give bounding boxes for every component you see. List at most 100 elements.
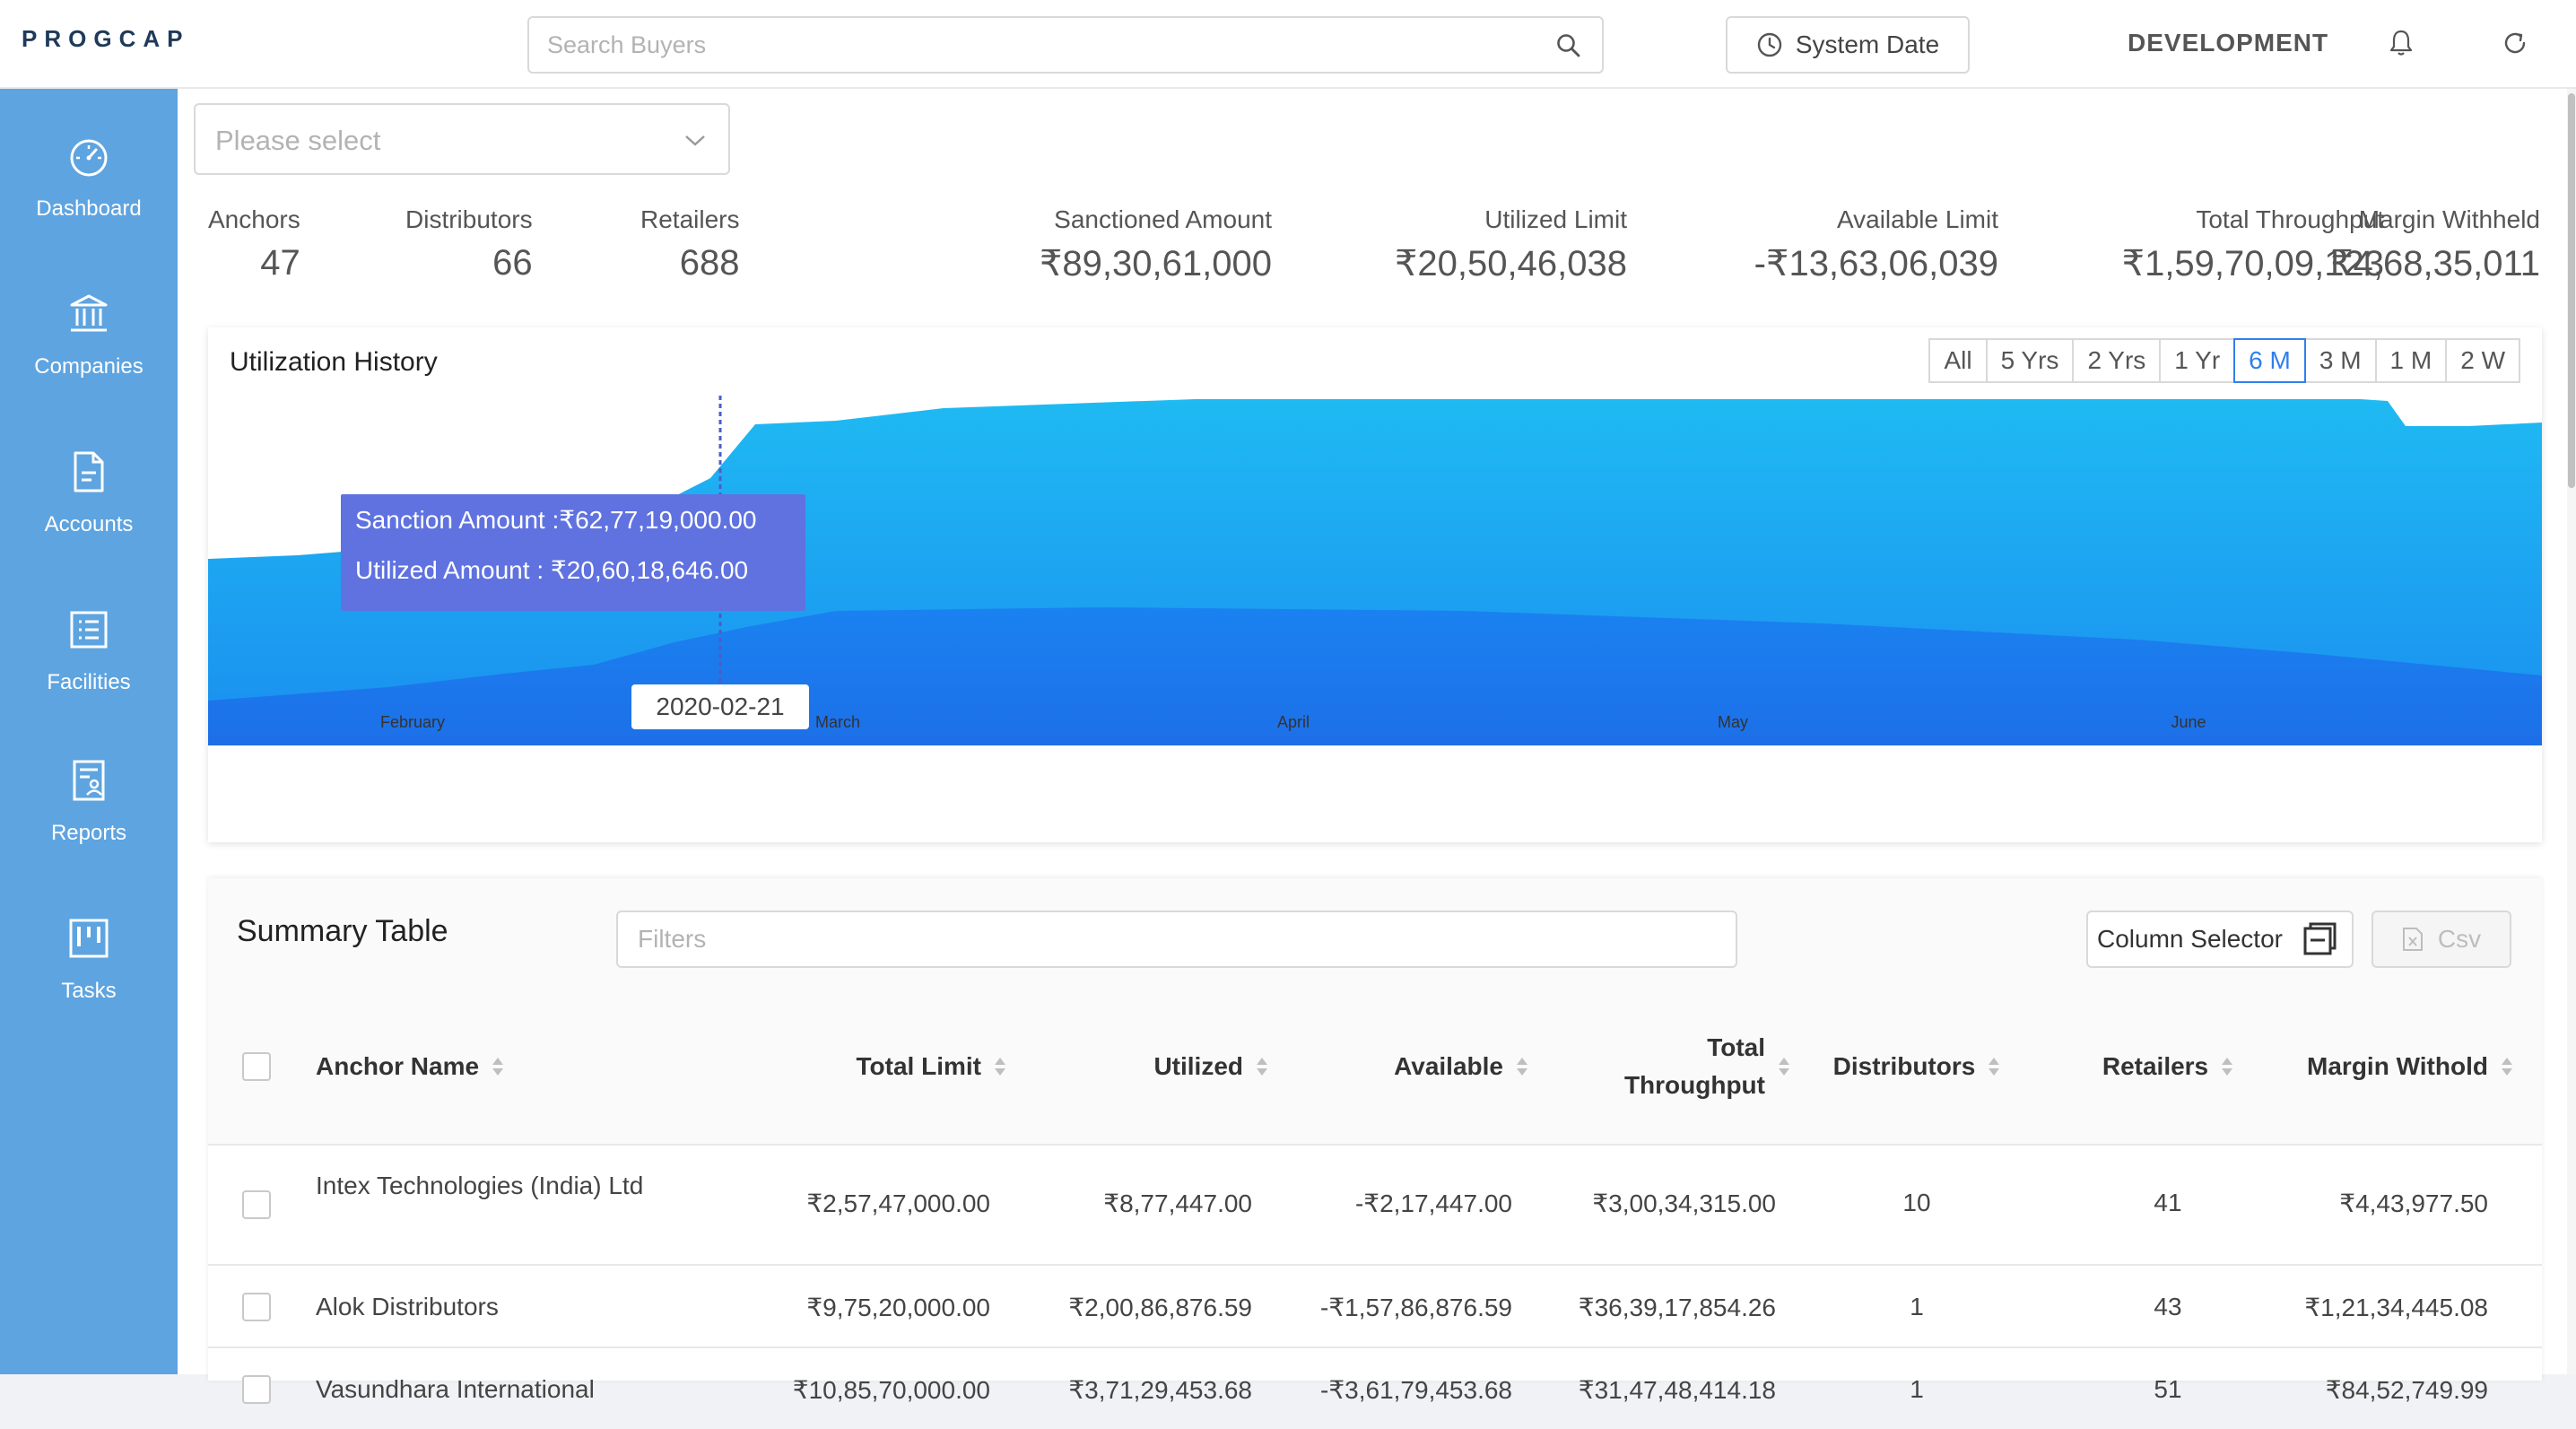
sort-icon[interactable] — [2221, 1056, 2233, 1077]
cell-margin: ₹1,21,34,445.08 — [2304, 1294, 2488, 1321]
cell-throughput: ₹3,00,34,315.00 — [1592, 1189, 1776, 1217]
document-icon — [74, 451, 104, 492]
sort-icon[interactable] — [492, 1056, 504, 1077]
column-header-label: Total Throughput — [1623, 1033, 1765, 1099]
sidebar-item-label: Companies — [34, 354, 144, 379]
column-header-margin-withold[interactable]: Margin Withold — [2262, 1022, 2558, 1111]
kanban-icon — [69, 919, 109, 958]
stat-value: 66 — [492, 243, 533, 283]
cell-throughput: ₹31,47,48,414.18 — [1578, 1376, 1776, 1404]
column-header-total-limit[interactable]: Total Limit — [746, 1022, 1006, 1111]
column-header-label: Total Limit — [856, 1052, 981, 1080]
x-axis-label-april: April — [1277, 713, 1310, 731]
range-selector: All 5 Yrs 2 Yrs 1 Yr 6 M 3 M 1 M 2 W — [1928, 338, 2520, 383]
stat-label: Utilized Limit — [1484, 205, 1627, 233]
table-row[interactable]: Alok Distributors ₹9,75,20,000.00 ₹2,00,… — [208, 1264, 2542, 1346]
search-buyers-input[interactable] — [547, 18, 1534, 72]
sidebar-item-facilities[interactable]: Facilities — [0, 607, 178, 742]
stat-label: Available Limit — [1836, 205, 1998, 233]
chevron-down-icon — [685, 135, 705, 146]
page-scrollbar-thumb[interactable] — [2568, 93, 2575, 488]
sort-icon[interactable] — [1778, 1056, 1790, 1077]
sort-icon[interactable] — [1256, 1056, 1268, 1077]
sidebar-item-dashboard[interactable]: Dashboard — [0, 134, 178, 268]
cell-distributors: 1 — [1910, 1293, 1924, 1320]
cell-utilized: ₹3,71,29,453.68 — [1068, 1376, 1252, 1404]
column-header-label: Available — [1394, 1052, 1503, 1080]
stat-value: 47 — [260, 243, 300, 283]
column-header-total-throughput[interactable]: Total Throughput — [1536, 1022, 1790, 1111]
column-selector-button[interactable]: Column Selector — [2086, 911, 2354, 968]
list-icon — [70, 611, 108, 649]
cell-margin: ₹84,52,749.99 — [2325, 1376, 2488, 1404]
stat-sanctioned-amount: Sanctioned Amount ₹89,30,61,000 — [1040, 205, 1272, 284]
range-5yrs-button[interactable]: 5 Yrs — [1985, 338, 2075, 383]
cell-total-limit: ₹2,57,47,000.00 — [806, 1189, 990, 1217]
filters-input[interactable] — [638, 912, 1714, 966]
cell-total-limit: ₹9,75,20,000.00 — [806, 1294, 990, 1321]
sidebar-item-label: Facilities — [47, 670, 131, 694]
dashboard-gauge-icon — [70, 139, 108, 177]
column-header-retailers[interactable]: Retailers — [2047, 1022, 2289, 1111]
cell-total-limit: ₹10,85,70,000.00 — [792, 1376, 990, 1404]
sort-icon[interactable] — [2501, 1056, 2513, 1077]
range-2w-button[interactable]: 2 W — [2445, 338, 2520, 383]
csv-export-button[interactable]: Csv — [2371, 911, 2511, 968]
column-header-distributors[interactable]: Distributors — [1796, 1022, 2038, 1111]
progcap-logo[interactable]: PROGCAP — [22, 25, 189, 53]
column-header-label: Margin Withold — [2307, 1052, 2488, 1080]
refresh-icon[interactable] — [2501, 29, 2529, 57]
sidebar-item-accounts[interactable]: Accounts — [0, 449, 178, 584]
table-row[interactable]: Intex Technologies (India) Ltd ₹2,57,47,… — [208, 1144, 2542, 1264]
row-checkbox[interactable] — [242, 1190, 271, 1219]
column-header-label: Utilized — [1153, 1052, 1243, 1080]
x-axis-label-may: May — [1718, 713, 1748, 731]
stat-label: Sanctioned Amount — [1054, 205, 1272, 233]
utilization-history-card: Utilization History All 5 Yrs 2 Yrs 1 Yr… — [208, 327, 2542, 842]
sidebar-item-tasks[interactable]: Tasks — [0, 916, 178, 1050]
cell-anchor-name[interactable]: Intex Technologies (India) Ltd — [316, 1167, 657, 1205]
cell-distributors: 10 — [1902, 1189, 1931, 1216]
range-2yrs-button[interactable]: 2 Yrs — [2072, 338, 2162, 383]
sidebar-item-reports[interactable]: Reports — [0, 758, 178, 893]
select-all-checkbox[interactable] — [242, 1052, 271, 1081]
cell-available: -₹3,61,79,453.68 — [1320, 1376, 1512, 1404]
sidebar-item-label: Dashboard — [36, 196, 142, 221]
anchor-select-dropdown[interactable]: Please select — [194, 103, 730, 175]
sort-icon[interactable] — [1516, 1056, 1528, 1077]
sort-icon[interactable] — [1988, 1056, 2000, 1077]
cell-anchor-name[interactable]: Alok Distributors — [316, 1293, 499, 1321]
chart-title: Utilization History — [230, 347, 438, 377]
column-header-utilized[interactable]: Utilized — [1015, 1022, 1268, 1111]
cell-available: -₹1,57,86,876.59 — [1320, 1294, 1512, 1321]
stat-label: Margin Withheld — [2358, 205, 2540, 233]
filters-box — [616, 911, 1737, 968]
stat-value: ₹4,68,35,011 — [2330, 244, 2540, 283]
range-6m-button[interactable]: 6 M — [2233, 338, 2306, 383]
stat-value: ₹89,30,61,000 — [1039, 244, 1272, 283]
sidebar-item-label: Reports — [50, 821, 127, 845]
x-axis-label-march: March — [815, 713, 860, 731]
search-icon[interactable] — [1555, 32, 1582, 59]
column-header-anchor-name[interactable]: Anchor Name — [316, 1022, 549, 1111]
system-date-button[interactable]: System Date — [1726, 16, 1970, 74]
column-header-label: Retailers — [2102, 1052, 2209, 1080]
stat-value: ₹20,50,46,038 — [1394, 244, 1627, 283]
cell-anchor-name[interactable]: Vasundhara International — [316, 1375, 595, 1404]
row-checkbox[interactable] — [242, 1293, 271, 1321]
range-3m-button[interactable]: 3 M — [2303, 338, 2377, 383]
range-1m-button[interactable]: 1 M — [2374, 338, 2448, 383]
x-axis-label-february: February — [380, 713, 445, 731]
stat-label: Retailers — [640, 205, 740, 233]
column-header-available[interactable]: Available — [1275, 1022, 1528, 1111]
range-1yr-button[interactable]: 1 Yr — [2159, 338, 2236, 383]
row-checkbox[interactable] — [242, 1375, 271, 1404]
sort-icon[interactable] — [994, 1056, 1006, 1077]
tooltip-sanction-amount: Sanction Amount :₹62,77,19,000.00 — [355, 506, 757, 534]
columns-icon — [2303, 922, 2337, 955]
bell-icon[interactable] — [2388, 29, 2415, 57]
range-all-button[interactable]: All — [1928, 338, 1988, 383]
sidebar-item-companies[interactable]: Companies — [0, 292, 178, 426]
table-row[interactable]: Vasundhara International ₹10,85,70,000.0… — [208, 1346, 2542, 1429]
stat-retailers: Retailers 688 — [640, 205, 739, 283]
